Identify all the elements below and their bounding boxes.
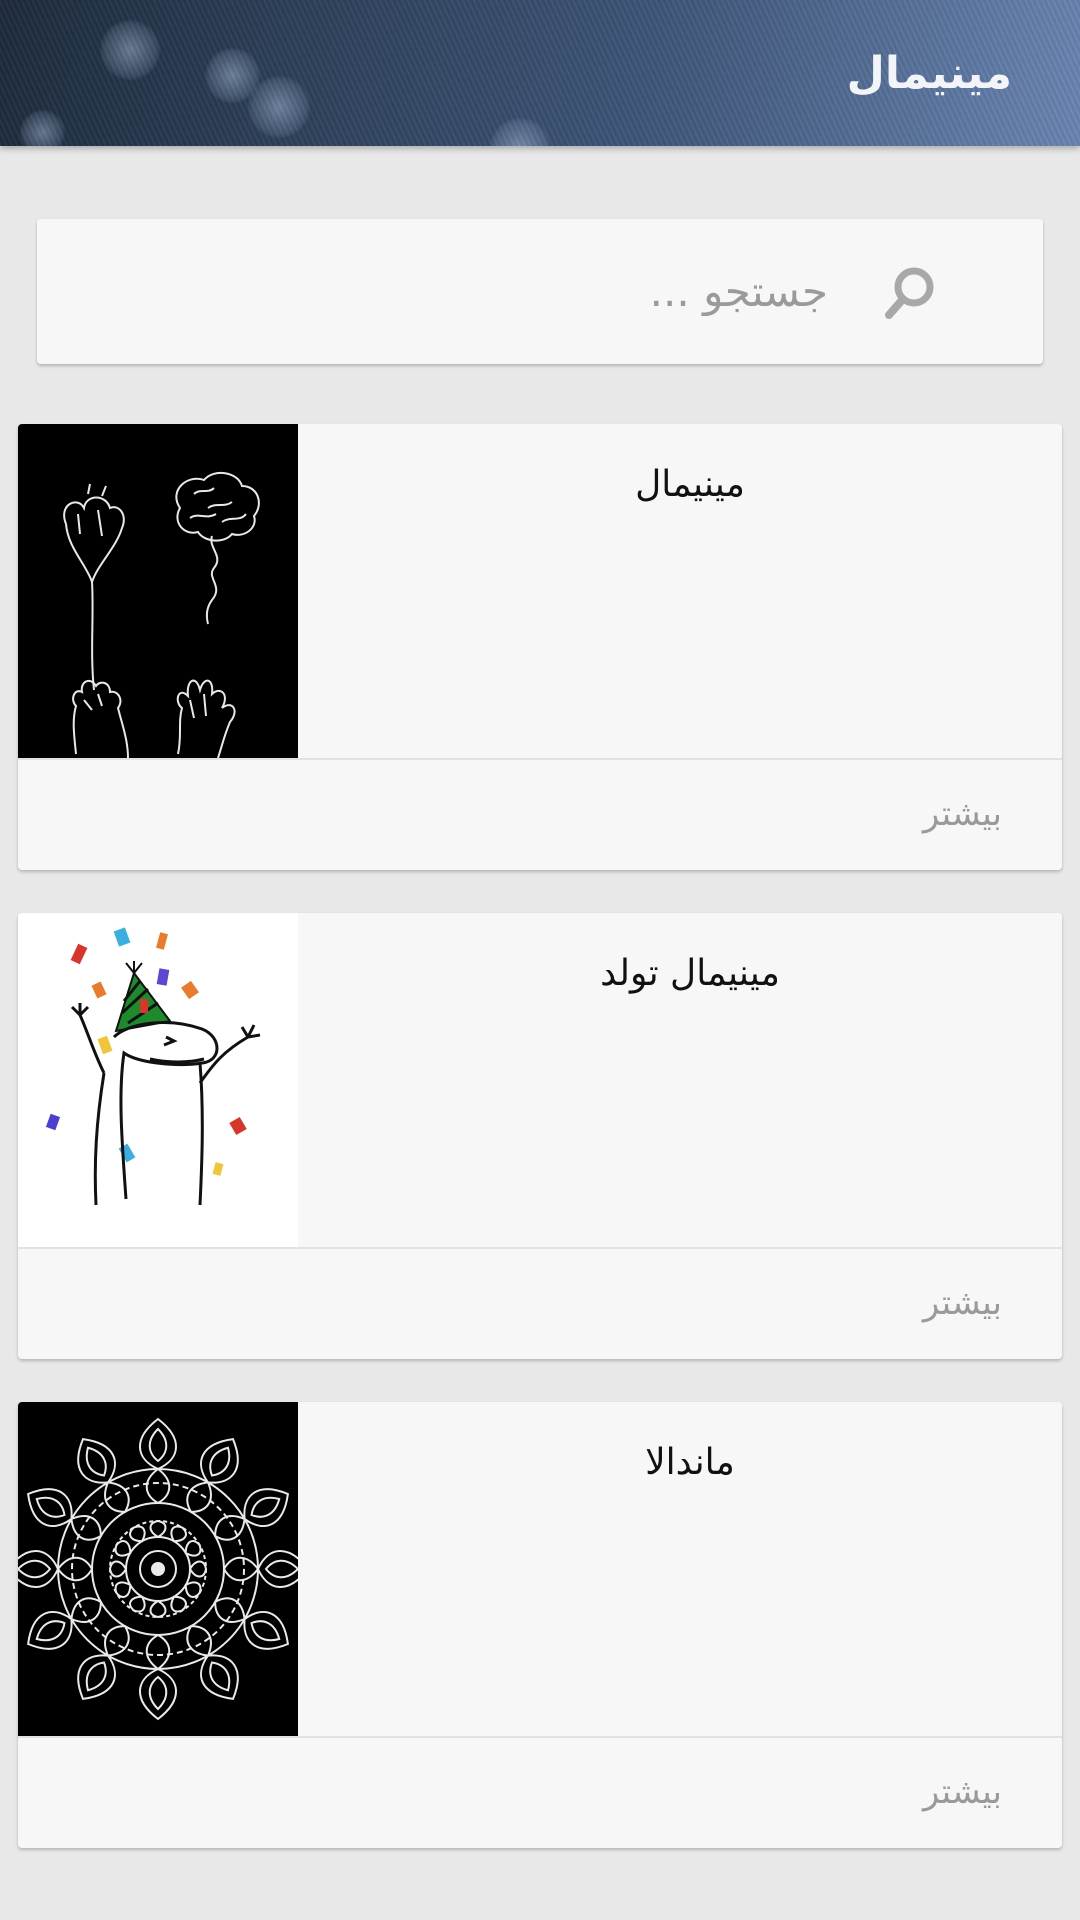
card-title: ماندالا [645, 1442, 735, 1483]
list-item[interactable]: ماندالا بیشتر [18, 1402, 1062, 1848]
list-item[interactable]: مینیمال تولد بیشتر [18, 913, 1062, 1359]
more-button[interactable]: بیشتر [923, 1283, 1002, 1323]
more-button[interactable]: بیشتر [923, 794, 1002, 834]
birthday-party-character-image [45, 927, 261, 1206]
card-image[interactable] [18, 1402, 298, 1736]
search-bar[interactable] [37, 219, 1043, 364]
card-title: مینیمال [635, 464, 745, 505]
heart-and-brain-balloons-image [63, 471, 260, 758]
app-header: مینیمال [0, 0, 1080, 146]
card-title: مینیمال تولد [600, 953, 780, 994]
page-title: مینیمال [846, 48, 1012, 99]
search-icon[interactable] [880, 263, 940, 323]
mandala-image [18, 1417, 298, 1720]
card-divider [18, 758, 1062, 760]
card-divider [18, 1247, 1062, 1249]
card-image[interactable] [18, 913, 298, 1247]
search-input[interactable] [228, 259, 828, 323]
list-item[interactable]: مینیمال بیشتر [18, 424, 1062, 870]
card-divider [18, 1736, 1062, 1738]
more-button[interactable]: بیشتر [923, 1772, 1002, 1812]
card-image[interactable] [18, 424, 298, 758]
